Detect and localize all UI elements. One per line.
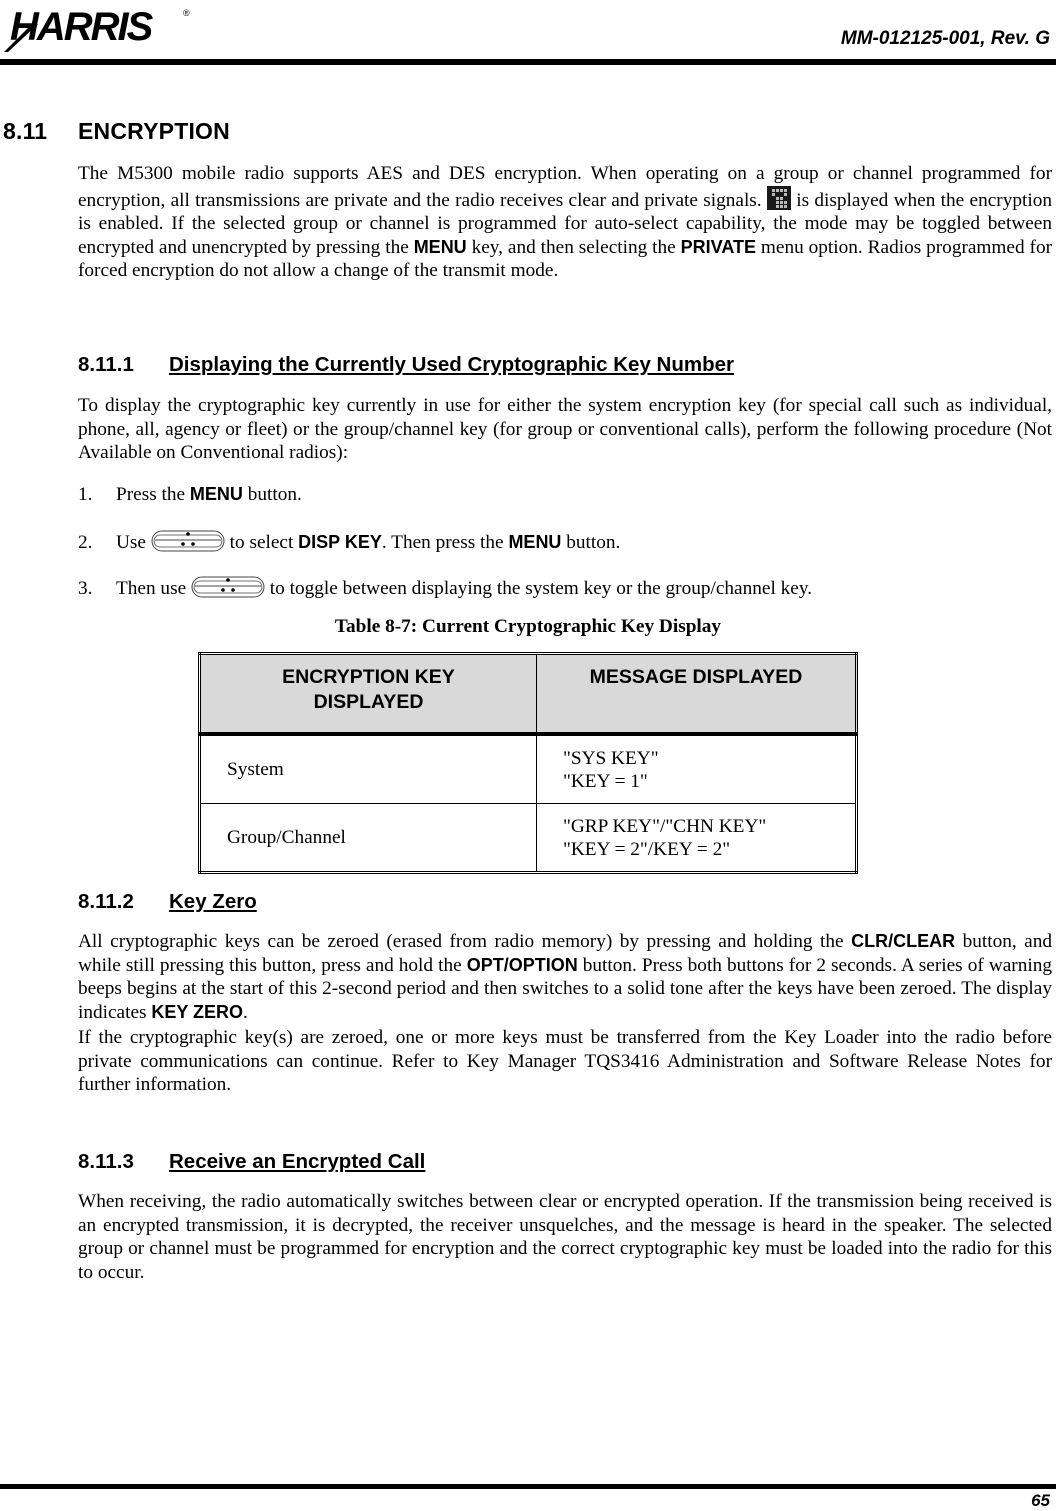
key-number-paragraph: To display the cryptographic key current… [78, 395, 1052, 464]
step-1: 1. Press the MENU button. [78, 484, 302, 506]
section-title: ENCRYPTION [78, 118, 230, 144]
intro-paragraph: The M5300 mobile radio supports AES and … [78, 162, 1052, 283]
step-text: . Then press the [381, 532, 509, 553]
harris-logo: HARRIS ® [4, 5, 190, 52]
message-line: "KEY = 1" [563, 770, 648, 792]
message-line: "KEY = 2"/KEY = 2" [563, 838, 731, 860]
menu-key-label: MENU [413, 236, 467, 257]
subsection-heading-8-11-1: 8.11.1 Displaying the Currently Used Cryp… [78, 353, 734, 377]
header-line: MESSAGE DISPLAYED [589, 666, 803, 688]
step-number: 1. [78, 484, 93, 505]
section-heading: 8.11 ENCRYPTION [3, 118, 230, 145]
key-zero-paragraph: All cryptographic keys can be zeroed (er… [78, 930, 1052, 1024]
subsection-title: Receive an Encrypted Call [169, 1150, 426, 1173]
step-text: button. [242, 484, 302, 505]
step-number: 2. [78, 532, 93, 553]
step-text: Then use [116, 578, 191, 599]
intro-text-3: key, and then selecting the [466, 236, 681, 258]
key-cell: System [199, 734, 537, 804]
text: All cryptographic keys can be zeroed (er… [78, 931, 852, 952]
clr-clear-label: CLR/CLEAR [851, 931, 956, 951]
step-text: Press the [116, 484, 190, 505]
key-cell: Group/Channel [199, 803, 537, 873]
section-number: 8.11 [3, 118, 48, 144]
header-rule [0, 59, 1056, 65]
menu-button-label: MENU [189, 484, 243, 504]
subsection-number: 8.11.2 [78, 890, 134, 913]
receive-encrypted-paragraph: When receiving, the radio automatically … [78, 1191, 1052, 1283]
svg-text:®: ® [183, 8, 190, 18]
subsection-title: Displaying the Currently Used Cryptograp… [169, 353, 735, 376]
opt-option-label: OPT/OPTION [466, 954, 578, 975]
message-cell: "SYS KEY" "KEY = 1" [536, 734, 857, 804]
header-encryption-key: ENCRYPTION KEY DISPLAYED [199, 653, 537, 736]
key-display-table: ENCRYPTION KEY DISPLAYED MESSAGE DISPLAYE… [198, 652, 858, 874]
step-number: 3. [78, 578, 93, 599]
table-caption: Table 8-7: Current Cryptographic Key Dis… [334, 616, 722, 637]
step-text: to select [229, 532, 299, 553]
rocker-switch-icon [191, 576, 265, 598]
subsection-heading-8-11-2: 8.11.2 Key Zero [78, 890, 257, 914]
document-number: MM-012125-001, Rev. G [840, 28, 1050, 49]
encryption-lock-icon [766, 185, 791, 210]
subsection-heading-8-11-3: 8.11.3 Receive an Encrypted Call [78, 1150, 425, 1174]
table-header-row: ENCRYPTION KEY DISPLAYED MESSAGE DISPLAYE… [199, 653, 857, 736]
subsection-number: 8.11.3 [78, 1150, 134, 1173]
step-3: 3. Then use to toggle between displaying … [78, 576, 812, 600]
subsection-number: 8.11.1 [78, 353, 134, 376]
header-line: ENCRYPTION KEY [282, 666, 455, 688]
header-message-displayed: MESSAGE DISPLAYED [536, 653, 857, 736]
page-number: 65 [1031, 1491, 1050, 1510]
key-loader-paragraph: If the cryptographic key(s) are zeroed, … [78, 1027, 1052, 1096]
step-text: to toggle between displaying the system … [264, 578, 813, 599]
message-line: "SYS KEY" [563, 747, 659, 769]
footer-rule [0, 1484, 1056, 1489]
step-2: 2. Use to select DISP KEY. Then press the… [78, 530, 620, 554]
table-row: Group/Channel "GRP KEY"/"CHN KEY" "KEY = … [199, 803, 857, 873]
menu-button-label: MENU [508, 532, 562, 552]
private-option-label: PRIVATE [680, 236, 756, 257]
header-line: DISPLAYED [313, 691, 424, 713]
text: . [243, 1001, 248, 1023]
step-text: button. [561, 532, 621, 553]
rocker-switch-icon [151, 530, 225, 552]
subsection-title: Key Zero [169, 890, 257, 913]
step-text: Use [116, 532, 151, 553]
message-line: "GRP KEY"/"CHN KEY" [563, 815, 767, 837]
disp-key-label: DISP KEY [298, 532, 382, 552]
table-row: System "SYS KEY" "KEY = 1" [199, 734, 857, 804]
message-cell: "GRP KEY"/"CHN KEY" "KEY = 2"/KEY = 2" [537, 804, 857, 873]
key-zero-label: KEY ZERO [151, 1001, 244, 1022]
